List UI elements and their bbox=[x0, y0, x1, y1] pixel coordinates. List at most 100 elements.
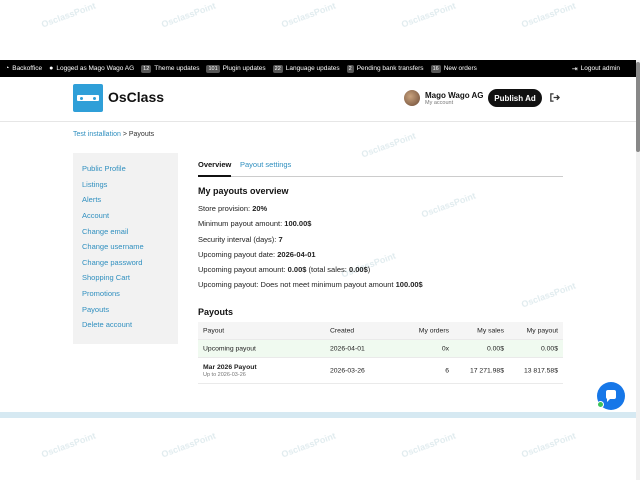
logout-icon[interactable] bbox=[549, 92, 560, 106]
my-account-link[interactable]: My account bbox=[425, 100, 453, 106]
breadcrumb-current: Payouts bbox=[128, 131, 155, 138]
payout-name: Mar 2026 Payout bbox=[203, 363, 257, 371]
admin-bar: ◔ Backoffice ● Logged as Mago Wago AG 12… bbox=[0, 60, 636, 77]
sidebar-item-promotions[interactable]: Promotions bbox=[82, 289, 120, 298]
logout-admin-label: Logout admin bbox=[580, 65, 620, 72]
security-interval-label: Security interval (days): bbox=[198, 235, 277, 244]
payout-name: Upcoming payout bbox=[203, 345, 256, 352]
payout-amount: 13 817.58$ bbox=[523, 367, 558, 374]
overview-title: My payouts overview bbox=[198, 186, 289, 196]
logout-admin-link[interactable]: ⇥ Logout admin bbox=[572, 60, 620, 77]
scrollbar-thumb[interactable] bbox=[636, 62, 640, 152]
user-name[interactable]: Mago Wago AG bbox=[425, 91, 484, 100]
security-interval-value: 7 bbox=[278, 235, 283, 244]
upcoming-payout-line: Upcoming payout: Does not meet minimum p… bbox=[198, 280, 423, 289]
user-icon: ● bbox=[49, 65, 54, 72]
header-payout: Payout bbox=[203, 327, 225, 334]
plugin-updates-label: Plugin updates bbox=[222, 65, 266, 72]
new-orders-label: New orders bbox=[443, 65, 477, 72]
sidebar-item-listings[interactable]: Listings bbox=[82, 180, 107, 189]
sidebar-item-account[interactable]: Account bbox=[82, 211, 109, 220]
payouts-title: Payouts bbox=[198, 307, 234, 317]
min-payout-line: Minimum payout amount: 100.00$ bbox=[198, 219, 311, 228]
header-my-orders: My orders bbox=[418, 327, 449, 334]
upcoming-payout-value: 100.00$ bbox=[395, 280, 423, 289]
logout-icon: ⇥ bbox=[571, 65, 578, 73]
payout-created: 2026-04-01 bbox=[330, 345, 365, 352]
upcoming-amount-value: 0.00$ bbox=[287, 265, 307, 274]
theme-updates-link[interactable]: 12 Theme updates bbox=[141, 64, 200, 73]
sidebar-item-alerts[interactable]: Alerts bbox=[82, 195, 101, 204]
payouts-table: Payout Created My orders My sales My pay… bbox=[198, 322, 563, 384]
tab-overview[interactable]: Overview bbox=[198, 160, 232, 177]
payout-amount: 0.00$ bbox=[540, 345, 558, 352]
upcoming-date-value: 2026-04-01 bbox=[277, 250, 316, 259]
payout-sales: 0.00$ bbox=[486, 345, 504, 352]
sidebar-item-shopping-cart[interactable]: Shopping Cart bbox=[82, 273, 130, 282]
count-badge: 2 bbox=[346, 64, 354, 73]
online-status-icon bbox=[597, 401, 604, 408]
count-badge: 16 bbox=[430, 64, 441, 73]
tab-payout-settings[interactable]: Payout settings bbox=[240, 160, 291, 175]
header-created: Created bbox=[330, 327, 355, 334]
breadcrumb: Test installation > Payouts bbox=[73, 131, 154, 138]
breadcrumb-home-link[interactable]: Test installation bbox=[73, 131, 121, 138]
count-badge: 22 bbox=[272, 64, 283, 73]
backoffice-link[interactable]: ◔ Backoffice bbox=[5, 65, 42, 72]
logged-as-label: Logged as Mago Wago AG bbox=[56, 65, 135, 72]
payout-sales: 17 271.98$ bbox=[469, 367, 504, 374]
min-payout-value: 100.00$ bbox=[284, 219, 312, 228]
total-sales-value: 0.00$ bbox=[348, 265, 368, 274]
count-badge: 12 bbox=[141, 64, 152, 73]
store-provision-line: Store provision: 20% bbox=[198, 204, 267, 213]
header-my-payout: My payout bbox=[526, 327, 558, 334]
payout-name-cell: Mar 2026 Payout Up to 2026-03-26 bbox=[203, 364, 257, 378]
new-orders-link[interactable]: 16 New orders bbox=[430, 64, 477, 73]
avatar[interactable] bbox=[404, 90, 420, 106]
min-payout-label: Minimum payout amount: bbox=[198, 219, 283, 228]
sidebar-item-delete-account[interactable]: Delete account bbox=[82, 320, 132, 329]
upcoming-amount-label: Upcoming payout amount: bbox=[198, 265, 286, 274]
table-row: Upcoming payout 2026-04-01 0x 0.00$ 0.00… bbox=[198, 340, 563, 358]
chat-icon bbox=[605, 390, 616, 402]
publish-ad-button[interactable]: Publish Ad bbox=[488, 89, 542, 107]
watermark: OsclassPoint bbox=[420, 190, 478, 220]
language-updates-label: Language updates bbox=[285, 65, 340, 72]
theme-updates-label: Theme updates bbox=[154, 65, 200, 72]
logged-as-link[interactable]: ● Logged as Mago Wago AG bbox=[49, 65, 134, 72]
upcoming-amount-line: Upcoming payout amount: 0.00$ (total sal… bbox=[198, 265, 370, 274]
watermark: OsclassPoint bbox=[40, 430, 98, 460]
language-updates-link[interactable]: 22 Language updates bbox=[272, 64, 340, 73]
payout-orders: 6 bbox=[445, 367, 449, 374]
pending-transfers-link[interactable]: 2 Pending bank transfers bbox=[346, 64, 424, 73]
logo-icon[interactable] bbox=[73, 84, 103, 112]
site-header: OsClass Mago Wago AG My account Publish … bbox=[0, 77, 636, 122]
watermark: OsclassPoint bbox=[520, 280, 578, 310]
total-sales-close: ) bbox=[367, 265, 371, 274]
sidebar-item-public-profile[interactable]: Public Profile bbox=[82, 164, 126, 173]
pending-transfers-label: Pending bank transfers bbox=[356, 65, 424, 72]
payout-created: 2026-03-26 bbox=[330, 367, 365, 374]
count-badge: 101 bbox=[206, 64, 220, 73]
dashboard-icon: ◔ bbox=[5, 65, 10, 72]
sidebar-item-payouts[interactable]: Payouts bbox=[82, 305, 109, 314]
watermark: OsclassPoint bbox=[400, 430, 458, 460]
table-header-row: Payout Created My orders My sales My pay… bbox=[198, 322, 563, 340]
account-sidebar: Public Profile Listings Alerts Account C… bbox=[73, 153, 178, 344]
upcoming-date-line: Upcoming payout date: 2026-04-01 bbox=[198, 250, 316, 259]
watermark: OsclassPoint bbox=[520, 430, 578, 460]
sidebar-item-change-email[interactable]: Change email bbox=[82, 227, 128, 236]
header-my-sales: My sales bbox=[477, 327, 504, 334]
upcoming-date-label: Upcoming payout date: bbox=[198, 250, 276, 259]
upcoming-payout-label: Upcoming payout: Does not meet minimum p… bbox=[198, 280, 394, 289]
payout-period: Up to 2026-03-26 bbox=[203, 371, 246, 378]
sidebar-item-change-username[interactable]: Change username bbox=[82, 242, 144, 251]
logo-text[interactable]: OsClass bbox=[108, 89, 164, 105]
payout-orders: 0x bbox=[441, 345, 449, 352]
watermark: OsclassPoint bbox=[160, 430, 218, 460]
store-provision-value: 20% bbox=[252, 204, 268, 213]
payout-tabs: Overview Payout settings bbox=[198, 155, 563, 177]
total-sales-label: (total sales: bbox=[308, 265, 347, 274]
plugin-updates-link[interactable]: 101 Plugin updates bbox=[206, 64, 266, 73]
sidebar-item-change-password[interactable]: Change password bbox=[82, 258, 142, 267]
